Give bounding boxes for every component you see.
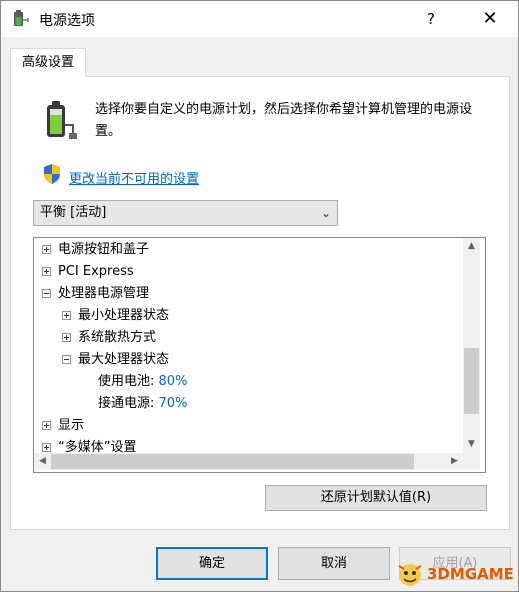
tree-item-label: “多媒体”设置 — [58, 440, 137, 453]
description-text: 选择你要自定义的电源计划，然后选择你希望计算机管理的电源设置。 — [95, 102, 473, 139]
ok-button[interactable]: 确定 — [156, 547, 268, 580]
expand-plus-icon[interactable] — [42, 443, 51, 452]
battery-plug-icon — [47, 101, 77, 139]
horizontal-scrollbar[interactable]: ◀ ▶ — [34, 453, 463, 470]
on-battery-value[interactable]: 80% — [159, 374, 188, 389]
tree-item-label: 显示 — [58, 418, 85, 433]
cancel-button[interactable]: 取消 — [278, 547, 390, 580]
power-plan-icon — [14, 10, 29, 26]
tree-item-label: PCI Express — [58, 264, 134, 279]
tree-item-pci-express[interactable]: PCI Express — [42, 262, 134, 282]
tree-item-plugged-in[interactable]: 接通电源: 70% — [98, 394, 187, 414]
plan-select-value: 平衡 [活动] — [40, 205, 107, 220]
horizontal-scroll-thumb[interactable] — [51, 454, 414, 469]
setting-label: 使用电池: — [98, 374, 155, 389]
tree-item-label: 最大处理器状态 — [78, 352, 170, 367]
scroll-left-icon[interactable]: ◀ — [34, 453, 51, 470]
collapse-minus-icon[interactable] — [42, 289, 51, 298]
tree-item-label: 电源按钮和盖子 — [58, 242, 150, 257]
scrollbar-corner — [463, 453, 480, 470]
tree-item-max-processor-state[interactable]: 最大处理器状态 — [62, 350, 169, 370]
power-options-window: 电源选项 ? ✕ 高级设置 选择你要自定义的电源计划，然后选择你希望计算机管理的… — [0, 0, 519, 592]
expand-plus-icon[interactable] — [42, 245, 51, 254]
scroll-right-icon[interactable]: ▶ — [446, 453, 463, 470]
restore-plan-defaults-button[interactable]: 还原计划默认值(R) — [265, 485, 487, 511]
tab-advanced-settings[interactable]: 高级设置 — [10, 48, 86, 77]
tree-item-power-buttons[interactable]: 电源按钮和盖子 — [42, 240, 149, 260]
tree-item-display[interactable]: 显示 — [42, 416, 84, 436]
tree-item-cooling-policy[interactable]: 系统散热方式 — [62, 328, 156, 348]
vertical-scroll-thumb[interactable] — [464, 348, 479, 414]
watermark-text: 3DMGAME — [427, 565, 514, 583]
scroll-up-icon[interactable]: ▲ — [463, 238, 480, 255]
title-bar: 电源选项 ? ✕ — [1, 1, 518, 37]
advanced-settings-panel: 选择你要自定义的电源计划，然后选择你希望计算机管理的电源设置。 更改当前不可用的… — [10, 76, 510, 530]
tree-item-label: 系统散热方式 — [78, 330, 157, 345]
setting-label: 接通电源: — [98, 396, 155, 411]
expand-plus-icon[interactable] — [42, 421, 51, 430]
plugged-in-value[interactable]: 70% — [159, 396, 188, 411]
settings-tree[interactable]: 电源按钮和盖子 PCI Express 处理器电源管理 最小处理器状态 系统散热… — [33, 237, 486, 473]
expand-plus-icon[interactable] — [62, 333, 71, 342]
power-plan-select[interactable]: 平衡 [活动] ⌄ — [33, 200, 338, 226]
tree-content: 电源按钮和盖子 PCI Express 处理器电源管理 最小处理器状态 系统散热… — [34, 238, 461, 453]
watermark: 3DMGAME — [395, 557, 517, 591]
expand-plus-icon[interactable] — [42, 267, 51, 276]
shield-icon — [44, 164, 60, 184]
scroll-down-icon[interactable]: ▼ — [463, 436, 480, 453]
tree-item-label: 最小处理器状态 — [78, 308, 170, 323]
tree-item-min-processor-state[interactable]: 最小处理器状态 — [62, 306, 169, 326]
expand-plus-icon[interactable] — [62, 311, 71, 320]
tree-item-processor-power[interactable]: 处理器电源管理 — [42, 284, 149, 304]
close-button[interactable]: ✕ — [468, 1, 512, 37]
vertical-scrollbar[interactable]: ▲ ▼ — [463, 238, 480, 453]
tree-item-on-battery[interactable]: 使用电池: 80% — [98, 372, 187, 392]
help-button[interactable]: ? — [411, 1, 451, 37]
change-unavailable-settings-link[interactable]: 更改当前不可用的设置 — [69, 168, 199, 187]
tree-item-label: 处理器电源管理 — [58, 286, 150, 301]
watermark-logo-icon — [398, 564, 422, 586]
chevron-down-icon: ⌄ — [320, 206, 331, 220]
tree-item-multimedia[interactable]: “多媒体”设置 — [42, 438, 136, 453]
window-title: 电源选项 — [39, 13, 95, 29]
collapse-minus-icon[interactable] — [62, 355, 71, 364]
